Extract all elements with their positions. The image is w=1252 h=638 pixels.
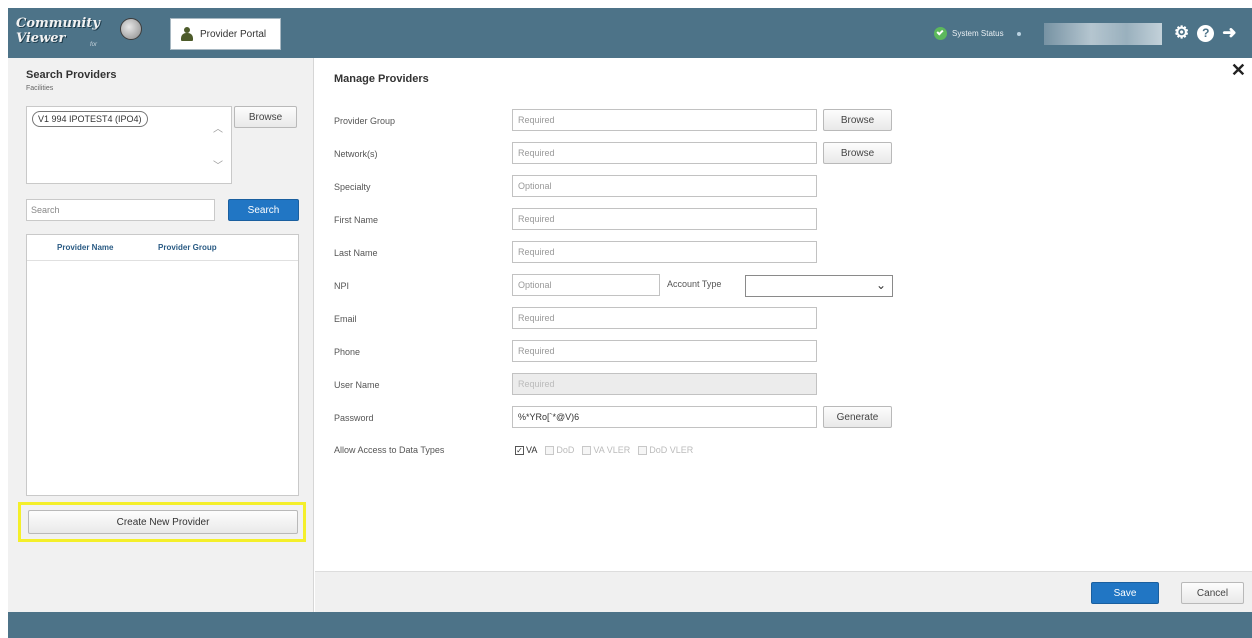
specialty-label: Specialty — [334, 182, 371, 192]
user-name-label: User Name — [334, 380, 380, 390]
table-header: Provider Name Provider Group — [27, 235, 298, 261]
search-providers-title: Search Providers — [26, 69, 117, 81]
email-field[interactable]: Required — [512, 307, 817, 329]
manage-providers-panel: Manage Providers ✕ Provider Group Requir… — [315, 58, 1252, 612]
tab-provider-portal[interactable]: Provider Portal — [170, 18, 281, 50]
checkbox-dod: DoD — [545, 445, 574, 455]
checkbox-icon — [582, 445, 592, 455]
create-button-highlight: Create New Provider — [18, 502, 306, 542]
account-type-select[interactable]: ⌄ — [745, 275, 893, 297]
provider-group-field[interactable]: Required — [512, 109, 817, 131]
user-name-field: Required — [512, 373, 817, 395]
last-name-field[interactable]: Required — [512, 241, 817, 263]
provider-group-browse-button[interactable]: Browse — [823, 109, 892, 131]
status-ok-icon — [934, 27, 947, 40]
first-name-field[interactable]: Required — [512, 208, 817, 230]
tab-provider-portal-label: Provider Portal — [200, 28, 267, 40]
checkbox-va[interactable]: ✓ VA — [515, 445, 537, 455]
data-types-checkboxes: ✓ VA DoD VA VLER DoD VLER — [515, 445, 693, 455]
system-status-label: System Status — [952, 29, 1004, 38]
logo-line1: Community — [16, 16, 100, 31]
checkbox-dod-vler-label: DoD VLER — [649, 445, 694, 455]
system-status[interactable]: System Status — [934, 27, 1021, 40]
npi-field[interactable]: Optional — [512, 274, 660, 296]
col-provider-name[interactable]: Provider Name — [57, 243, 113, 252]
first-name-label: First Name — [334, 215, 379, 225]
checkbox-dod-label: DoD — [556, 445, 575, 455]
create-new-provider-button[interactable]: Create New Provider — [28, 510, 298, 534]
search-input[interactable]: Search — [26, 199, 215, 221]
manage-providers-title: Manage Providers — [334, 73, 429, 85]
cancel-button[interactable]: Cancel — [1181, 582, 1244, 604]
provider-icon — [180, 27, 194, 41]
logo-sub: for — [90, 42, 98, 48]
facilities-browse-button[interactable]: Browse — [234, 106, 297, 128]
community-viewer-logo: Community Viewer for — [14, 14, 154, 52]
checkbox-checked-icon: ✓ — [515, 445, 524, 455]
phone-label: Phone — [334, 347, 361, 357]
logo-line2: Viewer — [16, 31, 66, 46]
providers-table: Provider Name Provider Group — [26, 234, 299, 496]
phone-field[interactable]: Required — [512, 340, 817, 362]
password-label: Password — [334, 413, 374, 423]
checkbox-dod-vler: DoD VLER — [638, 445, 693, 455]
npi-label: NPI — [334, 281, 350, 291]
top-bar: Community Viewer for Provider Portal Sys… — [8, 8, 1252, 58]
checkbox-icon — [545, 445, 555, 455]
facility-chip[interactable]: V1 994 IPOTEST4 (IPO4) — [32, 111, 148, 127]
account-type-label: Account Type — [667, 279, 722, 289]
networks-browse-button[interactable]: Browse — [823, 142, 892, 164]
checkbox-va-vler: VA VLER — [582, 445, 630, 455]
save-button[interactable]: Save — [1091, 582, 1159, 604]
generate-password-button[interactable]: Generate — [823, 406, 892, 428]
facilities-label: Facilities — [26, 85, 54, 92]
password-field[interactable]: %*YRo[`*@V)6 — [512, 406, 817, 428]
specialty-field[interactable]: Optional — [512, 175, 817, 197]
chevron-up-icon[interactable]: ︿ — [213, 120, 223, 135]
va-seal-icon — [120, 18, 142, 40]
email-label: Email — [334, 314, 357, 324]
help-icon[interactable]: ? — [1197, 24, 1215, 42]
logout-icon[interactable]: ➜ — [1222, 23, 1236, 43]
bottom-bar — [8, 612, 1252, 638]
provider-group-label: Provider Group — [334, 116, 396, 126]
checkbox-icon — [638, 445, 648, 455]
networks-field[interactable]: Required — [512, 142, 817, 164]
checkbox-va-vler-label: VA VLER — [593, 445, 631, 455]
user-name-redacted[interactable] — [1044, 23, 1162, 45]
chevron-down-icon[interactable]: ﹀ — [213, 157, 223, 172]
col-provider-group[interactable]: Provider Group — [158, 243, 217, 252]
user-dot-icon — [1016, 31, 1021, 36]
settings-gear-icon[interactable]: ⚙ — [1174, 23, 1189, 43]
data-types-label: Allow Access to Data Types — [334, 445, 445, 455]
facilities-list[interactable]: V1 994 IPOTEST4 (IPO4) ︿ ﹀ — [26, 106, 232, 184]
checkbox-va-label: VA — [526, 445, 538, 455]
networks-label: Network(s) — [334, 149, 378, 159]
chevron-down-icon: ⌄ — [875, 278, 886, 292]
search-providers-panel: Search Providers Facilities V1 994 IPOTE… — [8, 58, 314, 612]
close-icon[interactable]: ✕ — [1231, 60, 1246, 81]
search-button[interactable]: Search — [228, 199, 299, 221]
last-name-label: Last Name — [334, 248, 378, 258]
footer-bar: Save Cancel — [315, 571, 1252, 612]
